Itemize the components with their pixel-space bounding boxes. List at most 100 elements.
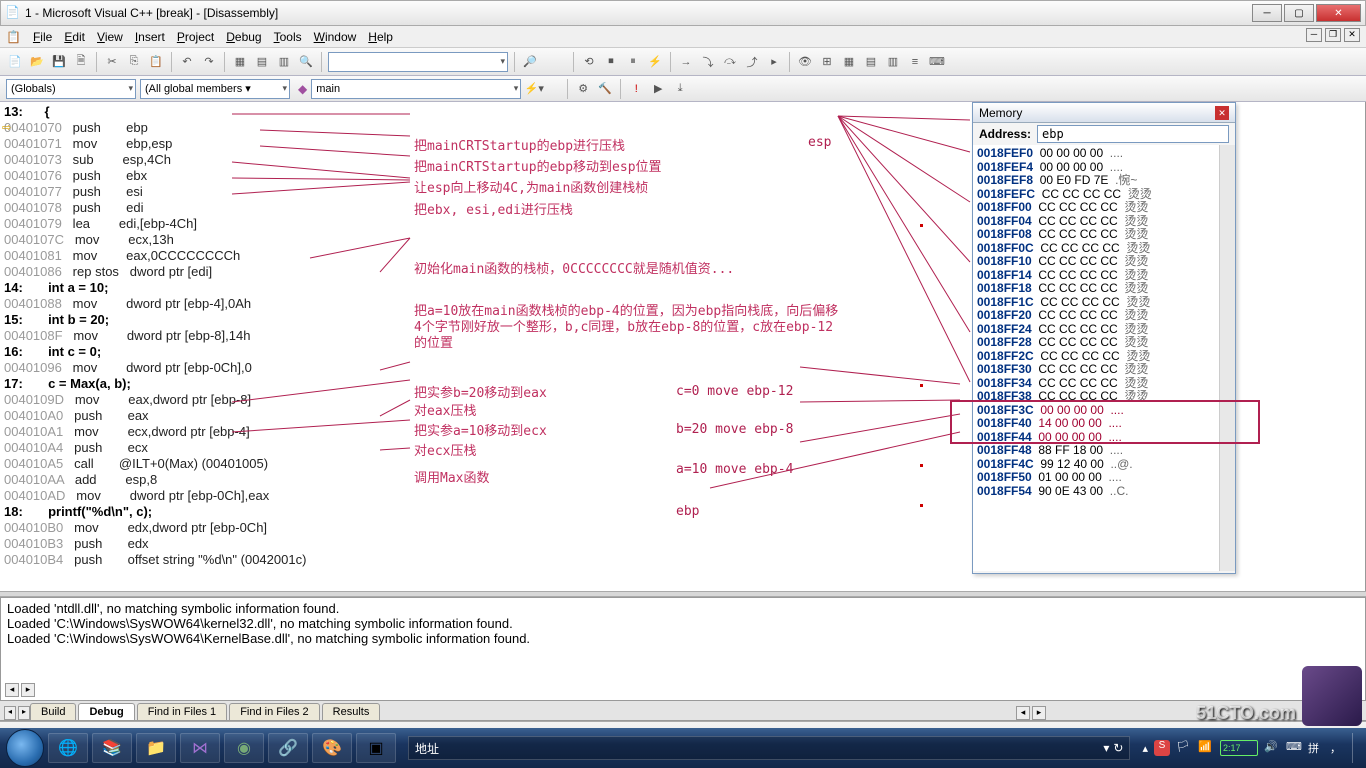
- wizard-action-icon[interactable]: ⚡▾: [525, 80, 543, 98]
- tray-volume-icon[interactable]: 🔊: [1264, 740, 1280, 756]
- memory-scrollbar[interactable]: [1219, 145, 1235, 571]
- workspace-icon[interactable]: ▦: [231, 53, 249, 71]
- tray-ime-icon[interactable]: 拼: [1308, 740, 1324, 756]
- tab-scroll-right-icon[interactable]: ▸: [1032, 706, 1046, 720]
- memory-row[interactable]: 0018FF04 CC CC CC CC 烫烫: [977, 215, 1231, 229]
- taskbar-address-dropdown-icon[interactable]: ▾: [1103, 741, 1109, 755]
- step-into-icon[interactable]: ⤵: [699, 53, 717, 71]
- taskbar-address-bar[interactable]: 地址 ▾ ↻: [408, 736, 1130, 760]
- cut-icon[interactable]: ✂: [103, 53, 121, 71]
- execute-icon[interactable]: ▶: [649, 80, 667, 98]
- output-scroll-right-icon[interactable]: ▸: [21, 683, 35, 697]
- step-out-icon[interactable]: ⤴: [743, 53, 761, 71]
- maximize-button[interactable]: ▢: [1284, 4, 1314, 22]
- memory-row[interactable]: 0018FF4C 99 12 40 00 ..@.: [977, 458, 1231, 472]
- memory-row[interactable]: 0018FF08 CC CC CC CC 烫烫: [977, 228, 1231, 242]
- memory-row[interactable]: 0018FF20 CC CC CC CC 烫烫: [977, 309, 1231, 323]
- memory-row[interactable]: 0018FF38 CC CC CC CC 烫烫: [977, 390, 1231, 404]
- output-tab-debug[interactable]: Debug: [78, 703, 134, 720]
- output-tab-find-in-files-2[interactable]: Find in Files 2: [229, 703, 319, 720]
- memory-row[interactable]: 0018FF30 CC CC CC CC 烫烫: [977, 363, 1231, 377]
- memory-row[interactable]: 0018FEFC CC CC CC CC 烫烫: [977, 188, 1231, 202]
- taskbar-app2-icon[interactable]: ▣: [356, 733, 396, 763]
- mdi-restore-button[interactable]: ❐: [1325, 28, 1341, 42]
- menu-edit[interactable]: Edit: [64, 30, 85, 44]
- compile-icon[interactable]: ⚙: [574, 80, 592, 98]
- memory-close-icon[interactable]: ✕: [1215, 106, 1229, 120]
- restart-debug-icon[interactable]: ⟲: [580, 53, 598, 71]
- tray-keyboard-icon[interactable]: ⌨: [1286, 740, 1302, 756]
- memory-row[interactable]: 0018FF50 01 00 00 00 ....: [977, 471, 1231, 485]
- break-icon[interactable]: ⏸: [624, 53, 642, 71]
- tray-sogou-icon[interactable]: S: [1154, 740, 1170, 756]
- tab-nav-left-icon[interactable]: ◂: [4, 706, 16, 720]
- tray-punct-icon[interactable]: ，: [1330, 740, 1346, 756]
- menu-help[interactable]: Help: [368, 30, 393, 44]
- menu-view[interactable]: View: [97, 30, 123, 44]
- run-to-cursor-icon[interactable]: ▸: [765, 53, 783, 71]
- memory-row[interactable]: 0018FF00 CC CC CC CC 烫烫: [977, 201, 1231, 215]
- save-icon[interactable]: 💾: [50, 53, 68, 71]
- taskbar-paint-icon[interactable]: 🎨: [312, 733, 352, 763]
- menu-window[interactable]: Window: [314, 30, 357, 44]
- memory-row[interactable]: 0018FEF0 00 00 00 00 ....: [977, 147, 1231, 161]
- mdi-minimize-button[interactable]: ─: [1306, 28, 1322, 42]
- taskbar-refresh-icon[interactable]: ↻: [1113, 741, 1123, 755]
- memory-row[interactable]: 0018FEF8 00 E0 FD 7E .惋~: [977, 174, 1231, 188]
- output-pane[interactable]: Loaded 'ntdll.dll', no matching symbolic…: [0, 597, 1366, 701]
- redo-icon[interactable]: ↷: [200, 53, 218, 71]
- memory-row[interactable]: 0018FF28 CC CC CC CC 烫烫: [977, 336, 1231, 350]
- go-icon[interactable]: ⤓: [671, 80, 689, 98]
- tab-nav-right-icon[interactable]: ▸: [18, 706, 30, 720]
- memory-row[interactable]: 0018FF34 CC CC CC CC 烫烫: [977, 377, 1231, 391]
- taskbar-evernote-icon[interactable]: ◉: [224, 733, 264, 763]
- quickwatch-icon[interactable]: 👁: [796, 53, 814, 71]
- scope-combo[interactable]: (Globals): [6, 79, 136, 99]
- output-tab-results[interactable]: Results: [322, 703, 381, 720]
- memory-row[interactable]: 0018FF14 CC CC CC CC 烫烫: [977, 269, 1231, 283]
- find-icon[interactable]: 🔍: [297, 53, 315, 71]
- memory-row[interactable]: 0018FF24 CC CC CC CC 烫烫: [977, 323, 1231, 337]
- taskbar-library-icon[interactable]: 📚: [92, 733, 132, 763]
- memory-row[interactable]: 0018FF1C CC CC CC CC 烫烫: [977, 296, 1231, 310]
- menu-insert[interactable]: Insert: [135, 30, 165, 44]
- menu-tools[interactable]: Tools: [274, 30, 302, 44]
- apply-changes-icon[interactable]: ⚡: [646, 53, 664, 71]
- memory-row[interactable]: 0018FEF4 00 00 00 00 ....: [977, 161, 1231, 175]
- output-icon[interactable]: ▤: [253, 53, 271, 71]
- output-scroll-left-icon[interactable]: ◂: [5, 683, 19, 697]
- tray-battery-icon[interactable]: 2:17: [1220, 740, 1258, 756]
- window-list-icon[interactable]: ▥: [275, 53, 293, 71]
- memory-row[interactable]: 0018FF44 00 00 00 00 ....: [977, 431, 1231, 445]
- tray-up-icon[interactable]: ▴: [1142, 742, 1148, 755]
- memory-row[interactable]: 0018FF0C CC CC CC CC 烫烫: [977, 242, 1231, 256]
- show-next-icon[interactable]: →: [677, 53, 695, 71]
- memory-row[interactable]: 0018FF10 CC CC CC CC 烫烫: [977, 255, 1231, 269]
- taskbar-app1-icon[interactable]: 🔗: [268, 733, 308, 763]
- start-button[interactable]: [6, 729, 44, 767]
- stop-debug-icon[interactable]: ⏹: [602, 53, 620, 71]
- mdi-close-button[interactable]: ✕: [1344, 28, 1360, 42]
- taskbar-vs-icon[interactable]: ⋈: [180, 733, 220, 763]
- stop-build-icon[interactable]: !: [627, 80, 645, 98]
- memory-row[interactable]: 0018FF40 14 00 00 00 ....: [977, 417, 1231, 431]
- registers-icon[interactable]: ▤: [862, 53, 880, 71]
- open-icon[interactable]: 📂: [28, 53, 46, 71]
- close-button[interactable]: ✕: [1316, 4, 1361, 22]
- callstack-icon[interactable]: ≡: [906, 53, 924, 71]
- copy-icon[interactable]: ⎘: [125, 53, 143, 71]
- paste-icon[interactable]: 📋: [147, 53, 165, 71]
- memory-body[interactable]: 0018FEF0 00 00 00 00 ....0018FEF4 00 00 …: [973, 145, 1235, 571]
- undo-icon[interactable]: ↶: [178, 53, 196, 71]
- memory-address-input[interactable]: [1037, 125, 1229, 143]
- memory-row[interactable]: 0018FF3C 00 00 00 00 ....: [977, 404, 1231, 418]
- taskbar-explorer-icon[interactable]: 📁: [136, 733, 176, 763]
- find-combo[interactable]: [328, 52, 508, 72]
- taskbar-ie-icon[interactable]: 🌐: [48, 733, 88, 763]
- tray-network-icon[interactable]: 📶: [1198, 740, 1214, 756]
- members-combo[interactable]: (All global members ▾: [140, 79, 290, 99]
- memory-window[interactable]: Memory ✕ Address: 0018FEF0 00 00 00 00 .…: [972, 102, 1236, 574]
- memory-row[interactable]: 0018FF2C CC CC CC CC 烫烫: [977, 350, 1231, 364]
- menu-file[interactable]: File: [33, 30, 52, 44]
- watch-icon[interactable]: ⊞: [818, 53, 836, 71]
